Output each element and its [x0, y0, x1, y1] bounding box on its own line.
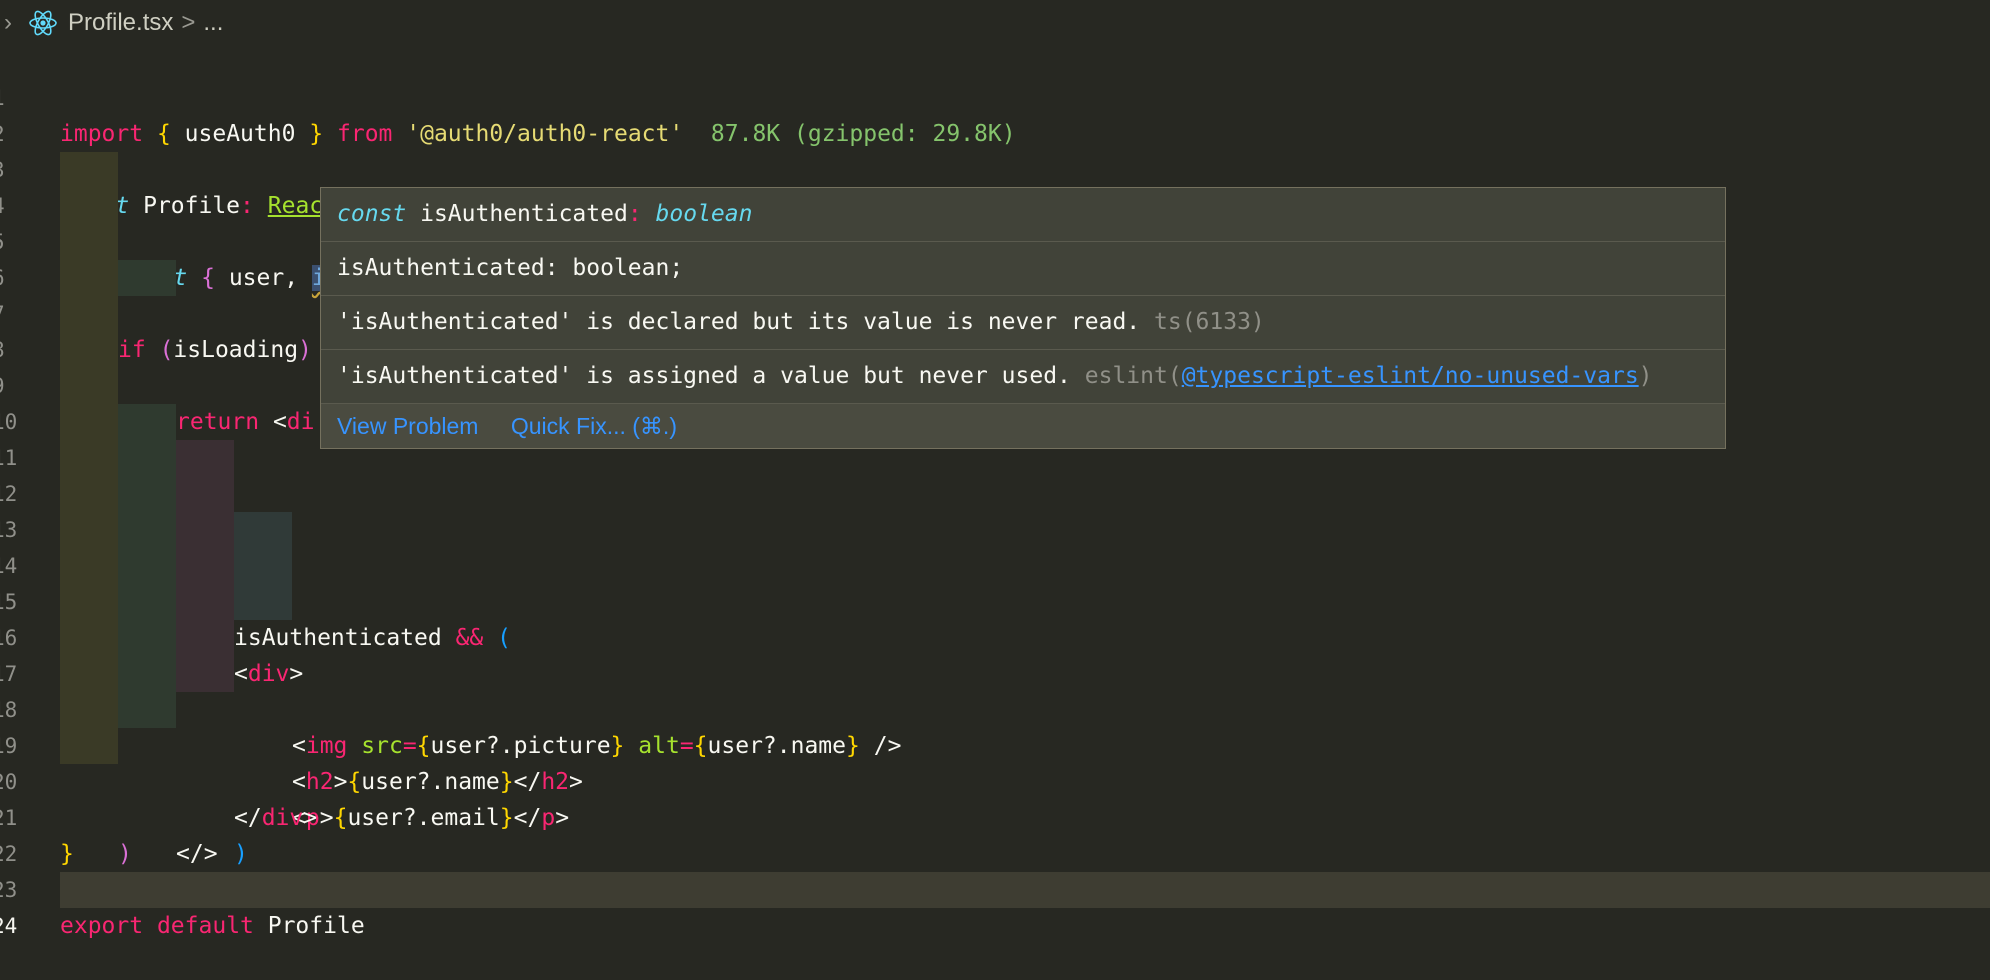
code-line[interactable]: 13 <div> — [0, 476, 1990, 687]
signature-keyword: const — [337, 201, 407, 227]
code-line[interactable]: 20 ) — [0, 728, 1990, 867]
hover-tooltip: const isAuthenticated: boolean isAuthent… — [320, 187, 1726, 449]
code-line[interactable]: 21 } — [0, 764, 1990, 867]
breadcrumb-file[interactable]: Profile.tsx — [68, 9, 173, 37]
breadcrumb: › Profile.tsx > ... — [0, 6, 223, 40]
code-line[interactable]: 14 <img src={user?.picture} alt={user?.n… — [0, 512, 1990, 759]
react-icon — [29, 10, 57, 36]
code-line[interactable]: 19 </> — [0, 692, 1990, 867]
signature-colon: : — [627, 201, 642, 227]
hover-declaration: isAuthenticated: boolean; — [321, 242, 1725, 296]
breadcrumb-ellipsis[interactable]: ... — [203, 9, 223, 37]
code-line[interactable]: 1 import { useAuth0 } from '@auth0/auth0… — [0, 44, 1990, 147]
problem-message: 'isAuthenticated' is declared but its va… — [337, 309, 1141, 335]
quick-fix-button[interactable]: Quick Fix... (⌘.) — [511, 413, 677, 439]
current-line[interactable]: 24 — [0, 872, 1990, 938]
chevron-right-icon[interactable]: › — [4, 9, 26, 37]
hover-problem-ts: 'isAuthenticated' is declared but its va… — [321, 296, 1725, 350]
hover-actions: View Problem Quick Fix... (⌘.) — [321, 404, 1725, 448]
hover-signature: const isAuthenticated: boolean — [321, 188, 1725, 242]
signature-name: isAuthenticated — [420, 201, 628, 227]
view-problem-button[interactable]: View Problem — [337, 413, 478, 439]
code-line[interactable]: 4 const { user, isAuthenticated, isLoadi… — [0, 152, 1990, 291]
line-number: 24 — [0, 914, 18, 938]
line-number: 23 — [0, 878, 18, 902]
code-line[interactable]: 3 const Profile: React.FC = () => { — [0, 116, 1990, 219]
code-line[interactable]: 23 export default Profile — [0, 836, 1990, 939]
problem-message: 'isAuthenticated' is assigned a value bu… — [337, 363, 1071, 389]
code-line[interactable]: 2 — [0, 80, 1990, 146]
signature-type: boolean — [655, 201, 753, 227]
code-line[interactable]: 17 </div> — [0, 620, 1990, 831]
problem-code: ts(6133) — [1154, 309, 1265, 335]
problem-source-end: ) — [1638, 363, 1653, 389]
code-line[interactable]: 16 <p>{user?.email}</p> — [0, 584, 1990, 831]
eslint-rule-link[interactable]: @typescript-eslint/no-unused-vars — [1182, 363, 1639, 389]
code-line[interactable]: 15 <h2>{user?.name}</h2> — [0, 548, 1990, 795]
code-line[interactable]: 22 — [0, 800, 1990, 866]
breadcrumb-separator: > — [181, 9, 196, 36]
hover-problem-eslint: 'isAuthenticated' is assigned a value bu… — [321, 350, 1725, 404]
problem-source: eslint( — [1084, 363, 1182, 389]
code-line[interactable]: 18 ) — [0, 656, 1990, 867]
